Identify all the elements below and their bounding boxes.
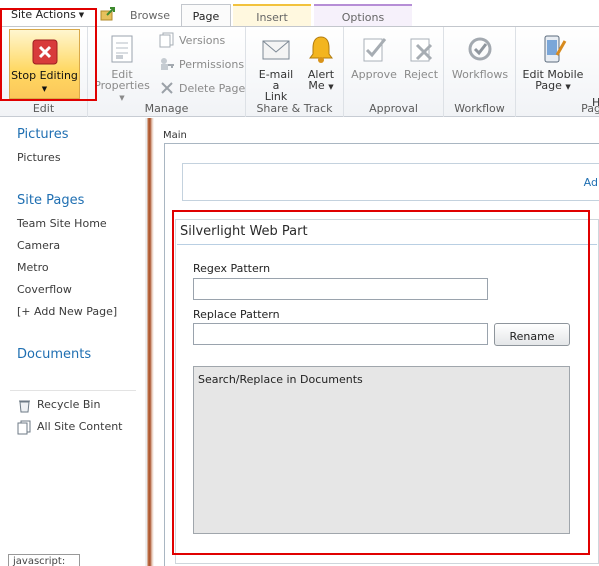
email-link-button[interactable]: E-mail a Link	[254, 29, 298, 102]
edit-mobile-page-label-line2: Page	[535, 79, 562, 92]
nav-all-site-content[interactable]: All Site Content	[17, 420, 123, 435]
nav-heading-site-pages[interactable]: Site Pages	[17, 193, 84, 208]
email-link-label-line2: Link	[264, 90, 288, 103]
nav-divider	[10, 390, 136, 391]
nav-heading-documents[interactable]: Documents	[17, 347, 91, 362]
ribbon-group-label-manage: Manage	[144, 102, 189, 115]
ribbon-group-manage: Edit Properties ▼ Versions Permissions D…	[88, 27, 246, 117]
tab-browse[interactable]: Browse	[118, 4, 182, 27]
tab-options[interactable]: Options	[314, 4, 412, 27]
workflows-button[interactable]: Workflows	[448, 29, 512, 80]
ribbon-group-label-approval: Approval	[369, 102, 418, 115]
ribbon-group-workflow: Workflows Workflow	[444, 27, 516, 117]
edit-properties-label-line2: Properties	[94, 79, 150, 92]
edit-properties-button[interactable]: Edit Properties ▼	[94, 29, 150, 104]
workflows-icon	[468, 37, 492, 61]
reject-label: Reject	[403, 68, 439, 81]
add-web-part-bar: Ad	[182, 163, 599, 201]
recycle-bin-icon	[19, 400, 30, 413]
delete-icon	[161, 82, 173, 94]
chevron-down-icon: ▼	[328, 83, 334, 91]
mobile-edit-icon	[544, 35, 567, 63]
nav-heading-pictures[interactable]: Pictures	[17, 127, 68, 142]
nav-item-team-site-home[interactable]: Team Site Home	[17, 217, 107, 230]
ribbon-group-label-page-actions: Pag	[581, 102, 599, 115]
ribbon-group-approval: Approve Reject Approval	[344, 27, 444, 117]
alert-me-button[interactable]: Alert Me ▼	[302, 29, 340, 93]
tab-page[interactable]: Page	[181, 4, 231, 28]
delete-page-label: Delete Page	[179, 82, 246, 95]
permissions-icon	[161, 58, 174, 70]
approve-icon	[363, 38, 387, 62]
highlight-callout-web-part	[172, 210, 590, 555]
ribbon-group-label-share-track: Share & Track	[256, 102, 333, 115]
web-part-zone-label: Main	[163, 130, 187, 141]
nav-item-metro[interactable]: Metro	[17, 261, 49, 274]
ribbon-group-label-edit: Edit	[32, 102, 55, 115]
add-web-part-link[interactable]: Ad	[584, 176, 598, 189]
navigate-up-icon[interactable]	[99, 5, 117, 23]
page-splitter	[145, 118, 154, 566]
envelope-icon	[262, 40, 290, 60]
status-link-tooltip: javascript:	[8, 554, 80, 566]
versions-label: Versions	[179, 34, 226, 47]
reject-icon	[410, 38, 433, 62]
ribbon-group-label-workflow: Workflow	[454, 102, 505, 115]
ribbon-group-page-actions: Edit Mobile Page ▼ H Pag	[516, 27, 599, 117]
alert-me-label-line2: Me	[308, 79, 325, 92]
chevron-down-icon: ▼	[119, 94, 125, 102]
chevron-down-icon: ▼	[565, 83, 571, 91]
permissions-button[interactable]: Permissions	[159, 53, 245, 75]
edit-mobile-page-button[interactable]: Edit Mobile Page ▼	[518, 29, 588, 93]
workflows-label: Workflows	[451, 68, 509, 81]
email-link-label-line1: E-mail a	[258, 68, 294, 92]
nav-item-coverflow[interactable]: Coverflow	[17, 283, 72, 296]
quick-launch: Pictures Pictures Site Pages Team Site H…	[0, 118, 145, 566]
tab-insert[interactable]: Insert	[233, 4, 311, 27]
reject-button[interactable]: Reject	[400, 29, 442, 80]
nav-item-pictures[interactable]: Pictures	[17, 151, 61, 164]
site-content-icon	[17, 420, 31, 435]
delete-page-button[interactable]: Delete Page	[159, 77, 245, 99]
versions-button[interactable]: Versions	[159, 29, 245, 51]
highlight-callout-stop-editing	[0, 8, 97, 101]
nav-recycle-bin-label: Recycle Bin	[37, 398, 101, 411]
edit-properties-icon	[111, 35, 133, 63]
nav-recycle-bin[interactable]: Recycle Bin	[17, 398, 101, 413]
approve-button[interactable]: Approve	[350, 29, 398, 80]
nav-all-site-content-label: All Site Content	[37, 420, 123, 433]
ribbon-group-share-track: E-mail a Link Alert Me ▼ Share & Track	[246, 27, 344, 117]
nav-item-add-new-page[interactable]: [+ Add New Page]	[17, 305, 117, 318]
bell-icon	[309, 36, 333, 63]
versions-icon	[159, 32, 174, 48]
approve-label: Approve	[351, 68, 397, 81]
nav-item-camera[interactable]: Camera	[17, 239, 60, 252]
permissions-label: Permissions	[179, 58, 245, 71]
